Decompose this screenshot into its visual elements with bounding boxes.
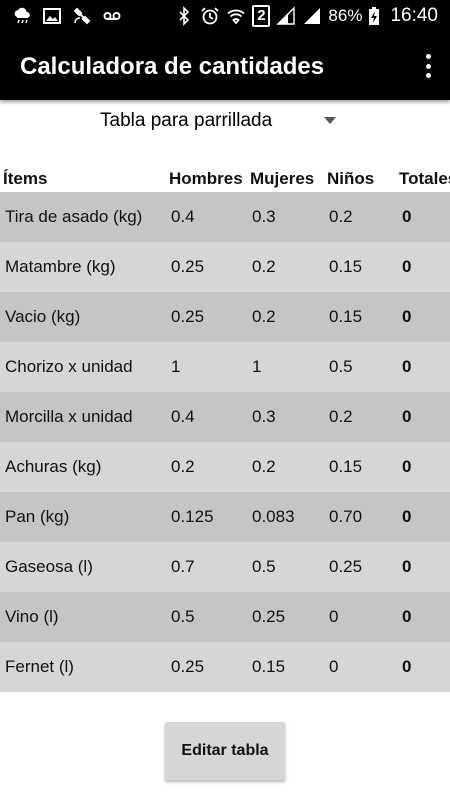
alarm-icon xyxy=(201,7,220,25)
cell-hombres: 0.2 xyxy=(171,457,195,476)
cell-total: 0 xyxy=(402,407,412,426)
cell-mujeres: 0.3 xyxy=(252,207,276,226)
cell-mujeres: 0.2 xyxy=(252,457,276,476)
cell-total: 0 xyxy=(402,257,412,276)
cell-item: Tira de asado (kg) xyxy=(5,207,143,226)
cell-hombres: 0.25 xyxy=(171,307,205,326)
cell-total: 0 xyxy=(402,607,412,626)
satellite-icon xyxy=(73,7,91,25)
cell-ninos: 0.5 xyxy=(329,357,353,376)
wifi-icon xyxy=(227,9,246,25)
sim-icon: 2 xyxy=(252,5,271,27)
cell-ninos: 0 xyxy=(329,657,339,676)
table-row: Gaseosa (l) 0.7 0.5 0.25 0 xyxy=(0,542,450,592)
header-items: Ítems xyxy=(3,169,48,188)
cell-hombres: 1 xyxy=(171,357,181,376)
cell-hombres: 0.4 xyxy=(171,407,195,426)
status-bar: 2 86% 16:40 xyxy=(0,0,450,32)
table-row: Pan (kg) 0.125 0.083 0.70 0 xyxy=(0,492,450,542)
cell-mujeres: 0.25 xyxy=(252,607,286,626)
table-row: Matambre (kg) 0.25 0.2 0.15 0 xyxy=(0,242,450,292)
table-selector-dropdown[interactable]: Tabla para parrillada xyxy=(100,104,350,138)
more-vert-icon[interactable] xyxy=(420,52,436,80)
table-row: Morcilla x unidad 0.4 0.3 0.2 0 xyxy=(0,392,450,442)
app-title: Calculadora de cantidades xyxy=(20,53,325,80)
cell-ninos: 0.25 xyxy=(329,557,363,576)
weather-icon xyxy=(14,7,30,24)
table-row: Vino (l) 0.5 0.25 0 0 xyxy=(0,592,450,642)
dropdown-selected-value: Tabla para parrillada xyxy=(100,110,273,131)
cell-total: 0 xyxy=(402,557,412,576)
cell-ninos: 0.2 xyxy=(329,207,353,226)
cell-mujeres: 0.3 xyxy=(252,407,276,426)
cell-item: Fernet (l) xyxy=(5,657,74,676)
table-row: Chorizo x unidad 1 1 0.5 0 xyxy=(0,342,450,392)
cell-item: Vino (l) xyxy=(5,607,59,626)
header-hombres: Hombres xyxy=(169,169,243,188)
cell-ninos: 0.70 xyxy=(329,507,363,526)
header-totales: Totales xyxy=(399,169,450,188)
cell-item: Chorizo x unidad xyxy=(5,357,133,376)
cell-mujeres: 0.5 xyxy=(252,557,276,576)
cell-item: Morcilla x unidad xyxy=(5,407,133,426)
cell-item: Pan (kg) xyxy=(5,507,70,526)
table-header: Ítems Hombres Mujeres Niños Totales xyxy=(0,165,450,192)
cell-hombres: 0.25 xyxy=(171,257,205,276)
cell-item: Vacio (kg) xyxy=(5,307,81,326)
signal-icon xyxy=(304,8,321,24)
cell-total: 0 xyxy=(402,457,412,476)
voicemail-icon xyxy=(103,12,121,20)
cell-total: 0 xyxy=(402,207,412,226)
cell-ninos: 0.2 xyxy=(329,407,353,426)
cell-hombres: 0.125 xyxy=(171,507,214,526)
table-row: Tira de asado (kg) 0.4 0.3 0.2 0 xyxy=(0,192,450,242)
cell-hombres: 0.7 xyxy=(171,557,195,576)
cell-total: 0 xyxy=(402,507,412,526)
cell-hombres: 0.25 xyxy=(171,657,205,676)
cell-total: 0 xyxy=(402,357,412,376)
cell-item: Gaseosa (l) xyxy=(5,557,93,576)
cell-ninos: 0.15 xyxy=(329,457,363,476)
edit-table-button[interactable]: Editar tabla xyxy=(165,722,285,780)
table-row: Vacio (kg) 0.25 0.2 0.15 0 xyxy=(0,292,450,342)
cell-ninos: 0.15 xyxy=(329,307,363,326)
cell-mujeres: 0.083 xyxy=(252,507,295,526)
cell-ninos: 0.15 xyxy=(329,257,363,276)
header-mujeres: Mujeres xyxy=(250,169,315,188)
bluetooth-icon xyxy=(179,6,190,26)
cell-mujeres: 1 xyxy=(252,357,262,376)
header-ninos: Niños xyxy=(327,169,375,188)
table-body: Tira de asado (kg) 0.4 0.3 0.2 0 Matambr… xyxy=(0,192,450,692)
cell-item: Matambre (kg) xyxy=(5,257,116,276)
battery-charging-icon xyxy=(369,7,380,25)
battery-percent: 86% xyxy=(328,6,363,25)
table-row: Achuras (kg) 0.2 0.2 0.15 0 xyxy=(0,442,450,492)
cell-hombres: 0.5 xyxy=(171,607,195,626)
cell-item: Achuras (kg) xyxy=(5,457,102,476)
cell-mujeres: 0.2 xyxy=(252,307,276,326)
dropdown-arrow-icon xyxy=(324,117,336,124)
cell-hombres: 0.4 xyxy=(171,207,195,226)
cell-total: 0 xyxy=(402,307,412,326)
cell-ninos: 0 xyxy=(329,607,339,626)
table-row: Fernet (l) 0.25 0.15 0 0 xyxy=(0,642,450,692)
image-icon xyxy=(43,8,61,24)
cell-mujeres: 0.15 xyxy=(252,657,286,676)
signal-icon xyxy=(276,6,296,25)
cell-mujeres: 0.2 xyxy=(252,257,276,276)
clock: 16:40 xyxy=(390,5,438,26)
app-bar: Calculadora de cantidades xyxy=(0,32,450,100)
cell-total: 0 xyxy=(402,657,412,676)
